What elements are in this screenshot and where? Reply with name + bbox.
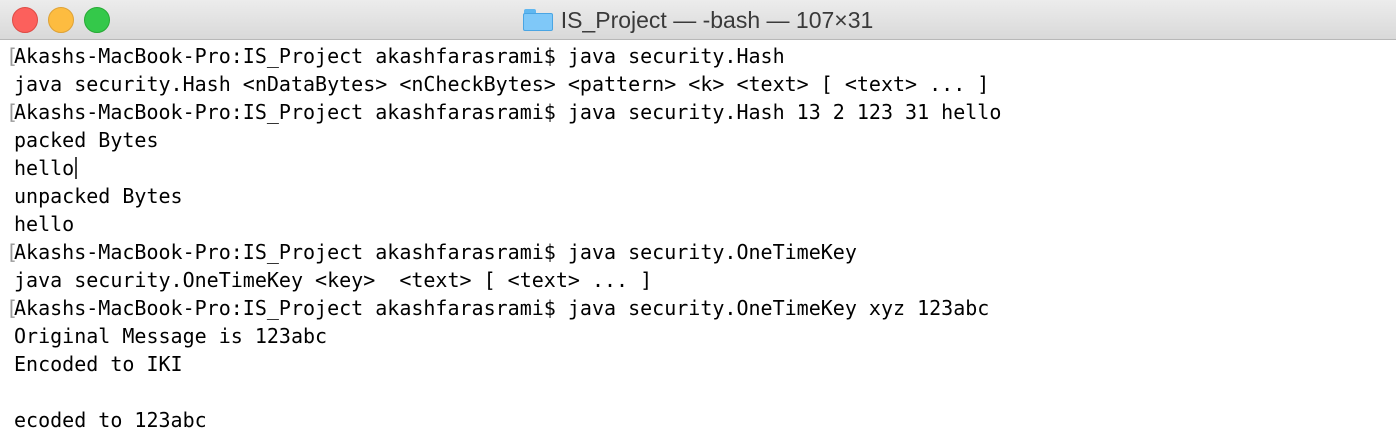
terminal-line: packed Bytes — [6, 126, 1396, 154]
window-title-area: IS_Project — -bash — 107×31 — [0, 0, 1396, 40]
terminal-line-text: packed Bytes — [14, 128, 159, 152]
terminal-line: java security.OneTimeKey <key> <text> [ … — [6, 266, 1396, 294]
terminal-line-text: hello — [14, 156, 75, 180]
terminal-line-text: Akashs-MacBook-Pro:IS_Project akashfaras… — [14, 240, 857, 264]
terminal-line: java security.Hash <nDataBytes> <nCheckB… — [6, 70, 1396, 98]
terminal-line: [Akashs-MacBook-Pro:IS_Project akashfara… — [6, 294, 1396, 322]
terminal-line-text: java security.OneTimeKey <key> <text> [ … — [14, 268, 653, 292]
terminal-line: [Akashs-MacBook-Pro:IS_Project akashfara… — [6, 98, 1396, 126]
terminal-line: [Akashs-MacBook-Pro:IS_Project akashfara… — [6, 238, 1396, 266]
terminal-line-text: Original Message is 123abc — [14, 324, 328, 348]
terminal-line: hello — [6, 210, 1396, 238]
terminal-line-text: Encoded to IKI — [14, 352, 183, 376]
terminal-line-text: ecoded to 123abc — [14, 408, 207, 432]
terminal-line-text: Akashs-MacBook-Pro:IS_Project akashfaras… — [14, 100, 1002, 124]
line-marker: [ — [6, 296, 19, 320]
terminal-line: [Akashs-MacBook-Pro:IS_Project akashfara… — [6, 42, 1396, 70]
terminal-line: Encoded to IKI — [6, 350, 1396, 378]
terminal-line: Original Message is 123abc — [6, 322, 1396, 350]
terminal-line-text: java security.Hash <nDataBytes> <nCheckB… — [14, 72, 990, 96]
terminal-line: ecoded to 123abc — [6, 406, 1396, 434]
window-title: IS_Project — -bash — 107×31 — [560, 6, 874, 33]
terminal-line-text: Akashs-MacBook-Pro:IS_Project akashfaras… — [14, 296, 990, 320]
line-marker: [ — [6, 240, 19, 264]
terminal-line: unpacked Bytes — [6, 182, 1396, 210]
folder-icon — [522, 9, 553, 31]
terminal-window: IS_Project — -bash — 107×31 [Akashs-MacB… — [0, 0, 1396, 442]
terminal-line-text: hello — [14, 212, 75, 236]
terminal-line-text: unpacked Bytes — [14, 184, 183, 208]
terminal-line: hello — [6, 154, 1396, 182]
line-marker: [ — [6, 100, 19, 124]
text-cursor — [75, 157, 78, 179]
terminal-line-text: Akashs-MacBook-Pro:IS_Project akashfaras… — [14, 44, 785, 68]
title-bar[interactable]: IS_Project — -bash — 107×31 — [0, 0, 1396, 40]
scrollbar[interactable] — [1386, 42, 1396, 442]
line-marker: [ — [6, 44, 19, 68]
terminal-output[interactable]: [Akashs-MacBook-Pro:IS_Project akashfara… — [0, 42, 1396, 442]
